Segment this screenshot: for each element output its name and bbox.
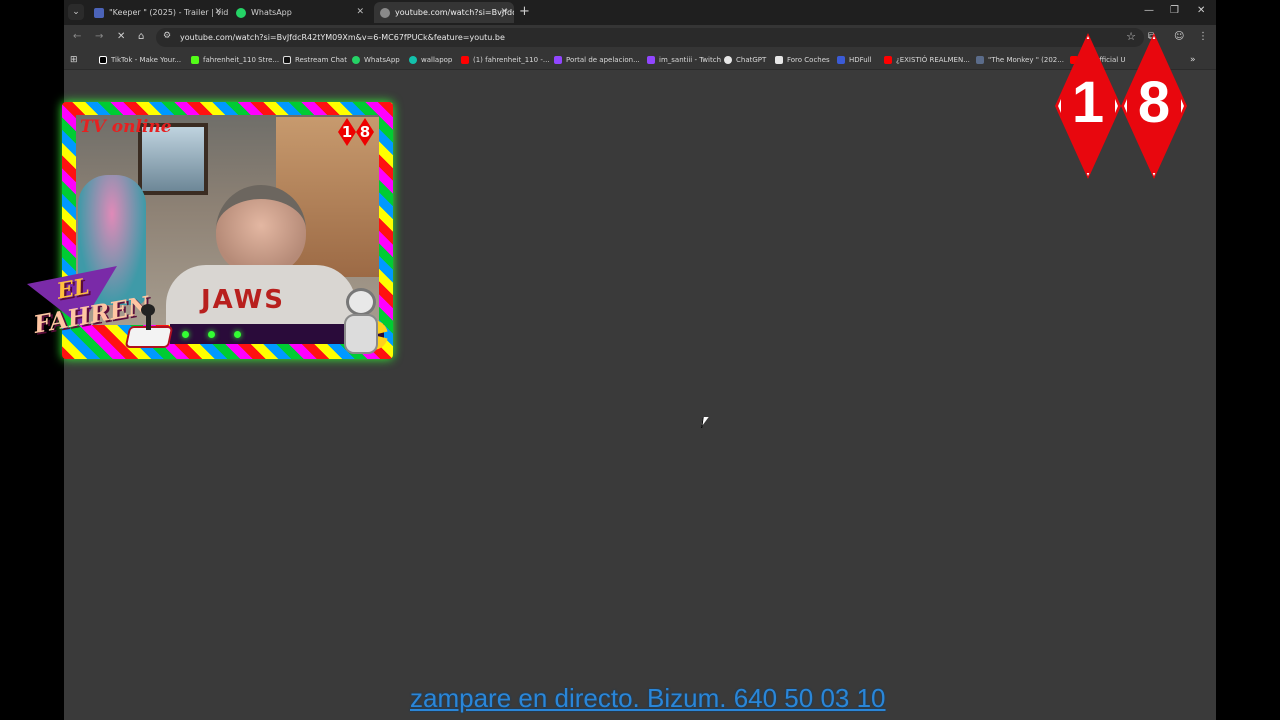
url-text[interactable]: youtube.com/watch?si=BvJfdcR42tYM09Xm&v=… bbox=[180, 28, 505, 47]
chatgpt-icon bbox=[724, 56, 732, 64]
close-icon[interactable]: ✕ bbox=[356, 2, 364, 23]
restream-icon bbox=[283, 56, 291, 64]
shirt-text: JAWS bbox=[201, 285, 286, 315]
donation-ticker: zampare en directo. Bizum. 640 50 03 10 bbox=[410, 683, 886, 713]
close-icon[interactable]: ✕ bbox=[500, 2, 508, 23]
tab-keeper-trailer[interactable]: "Keeper " (2025) - Trailer | vide ✕ bbox=[88, 2, 228, 23]
more-bookmarks-icon[interactable]: » bbox=[1190, 50, 1196, 70]
home-icon[interactable]: ⌂ bbox=[138, 31, 144, 42]
whatsapp-icon bbox=[236, 7, 246, 18]
youtube-icon bbox=[461, 56, 469, 64]
bookmark-star-icon[interactable]: ☆ bbox=[1126, 30, 1136, 43]
address-bar[interactable]: ⚙ youtube.com/watch?si=BvJfdcR42tYM09Xm&… bbox=[156, 28, 1144, 47]
tab-label: youtube.com/watch?si=BvJfdc bbox=[395, 8, 514, 17]
tiktok-icon bbox=[99, 56, 107, 64]
streamer-face bbox=[216, 185, 306, 275]
bookmark-tiktok[interactable]: TikTok - Make Your... bbox=[99, 50, 181, 70]
tab-bar: ⌄ "Keeper " (2025) - Trailer | vide ✕ Wh… bbox=[64, 0, 1216, 25]
tab-whatsapp[interactable]: WhatsApp ✕ bbox=[230, 2, 370, 23]
small-age-digit-8: 8 bbox=[356, 118, 374, 146]
bookmark-the-monkey[interactable]: "The Monkey " (202... bbox=[976, 50, 1064, 70]
bookmark-twitch-santiii[interactable]: im_santiii - Twitch bbox=[647, 50, 721, 70]
stop-icon[interactable]: ✕ bbox=[117, 31, 125, 42]
forocoches-icon bbox=[775, 56, 783, 64]
tab-search-icon[interactable]: ⌄ bbox=[68, 4, 84, 20]
menu-icon[interactable]: ⋮ bbox=[1198, 31, 1208, 42]
tv-online-title: TV online bbox=[80, 117, 172, 137]
whatsapp-icon bbox=[352, 56, 360, 64]
small-age-badge: 18 bbox=[338, 118, 374, 146]
bookmark-chatgpt[interactable]: ChatGPT bbox=[724, 50, 766, 70]
close-window-icon[interactable]: ✕ bbox=[1197, 5, 1205, 16]
joystick-icon bbox=[124, 304, 174, 350]
tab-youtube-active[interactable]: youtube.com/watch?si=BvJfdc ✕ bbox=[374, 2, 514, 23]
bookmark-restream[interactable]: Restream Chat bbox=[283, 50, 347, 70]
twitch-icon bbox=[554, 56, 562, 64]
twitch-icon bbox=[647, 56, 655, 64]
restore-icon[interactable]: ❐ bbox=[1170, 5, 1179, 16]
bookmark-whatsapp[interactable]: WhatsApp bbox=[352, 50, 400, 70]
tab-label: "Keeper " (2025) - Trailer | vide bbox=[109, 8, 228, 17]
bookmark-youtube-fahrenheit[interactable]: (1) fahrenheit_110 -... bbox=[461, 50, 550, 70]
bookmark-youtube-existio[interactable]: ¿EXISTIÓ REALMEN... bbox=[884, 50, 970, 70]
hdfull-icon bbox=[94, 7, 104, 18]
bookmarks-bar: ⊞ TikTok - Make Your... fahrenheit_110 S… bbox=[64, 50, 1216, 70]
hdfull-icon bbox=[976, 56, 984, 64]
el-fahren-logo: EL FAHREN bbox=[27, 266, 187, 361]
profile-icon[interactable]: ☺ bbox=[1174, 31, 1184, 42]
hdfull-icon bbox=[837, 56, 845, 64]
minimize-icon[interactable]: — bbox=[1144, 5, 1154, 16]
small-age-digit-1: 1 bbox=[338, 118, 356, 146]
youtube-icon bbox=[884, 56, 892, 64]
astronaut-icon bbox=[338, 288, 384, 358]
bookmark-forocoches[interactable]: Foro Coches bbox=[775, 50, 830, 70]
pellet-icon bbox=[208, 331, 215, 338]
bookmark-portal-apelacion[interactable]: Portal de apelacion... bbox=[554, 50, 640, 70]
site-info-icon[interactable]: ⚙ bbox=[163, 31, 171, 41]
toolbar: ← → ✕ ⌂ ⚙ youtube.com/watch?si=BvJfdcR42… bbox=[64, 25, 1216, 50]
new-tab-icon[interactable]: + bbox=[519, 4, 530, 19]
forward-icon[interactable]: → bbox=[95, 31, 103, 42]
close-icon[interactable]: ✕ bbox=[214, 2, 222, 23]
loading-icon bbox=[380, 7, 390, 18]
bookmark-hdfull[interactable]: HDFull bbox=[837, 50, 872, 70]
bookmark-wallapop[interactable]: wallapop bbox=[409, 50, 452, 70]
pellet-icon bbox=[234, 331, 241, 338]
wallapop-icon bbox=[409, 56, 417, 64]
bookmark-kick[interactable]: fahrenheit_110 Stre... bbox=[191, 50, 279, 70]
kick-icon bbox=[191, 56, 199, 64]
tab-label: WhatsApp bbox=[251, 8, 292, 17]
back-icon[interactable]: ← bbox=[73, 31, 81, 42]
apps-grid-icon[interactable]: ⊞ bbox=[70, 50, 78, 70]
